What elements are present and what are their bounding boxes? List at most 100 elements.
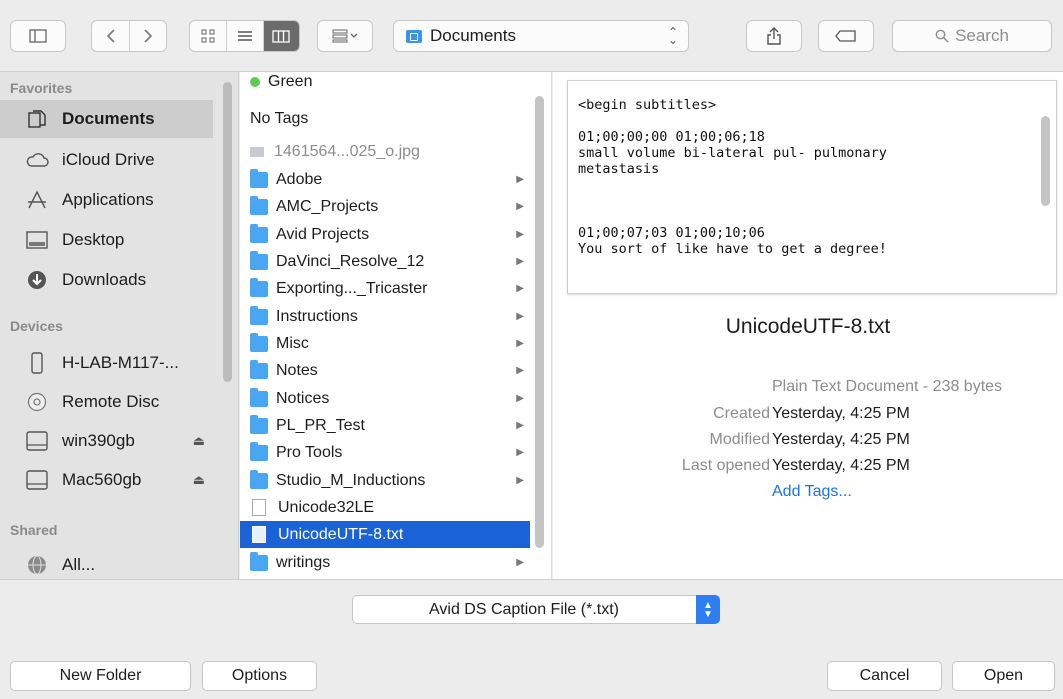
sidebar-item-h-lab[interactable]: H-LAB-M117-... [0, 344, 213, 382]
sidebar-item-label: Downloads [62, 270, 147, 289]
search-field[interactable]: Search [892, 20, 1052, 52]
column-scrollbar[interactable] [535, 96, 544, 548]
list-item[interactable]: Avid Projects ▶ [240, 221, 530, 248]
chevron-left-icon [106, 29, 115, 43]
file-name: UnicodeUTF-8.txt [278, 525, 404, 543]
sidebar-item-all-shared[interactable]: All... [0, 546, 213, 579]
view-mode-segment [189, 20, 300, 52]
folder-icon [406, 29, 422, 43]
sidebar-item-label: iCloud Drive [62, 150, 155, 169]
no-tags-row[interactable]: No Tags [240, 105, 530, 132]
folder-icon [250, 469, 268, 489]
file-format-select[interactable]: Avid DS Caption File (*.txt) ▲ ▼ [352, 595, 720, 624]
preview-scrollbar[interactable] [1041, 116, 1050, 206]
list-view-button[interactable] [226, 21, 262, 51]
sidebar-item-downloads[interactable]: Downloads [0, 261, 213, 299]
applications-icon [24, 189, 50, 211]
list-item[interactable]: writings ▶ [240, 549, 530, 576]
group-by-button[interactable] [317, 20, 373, 52]
list-item-selected[interactable]: UnicodeUTF-8.txt [240, 521, 530, 548]
file-name: Avid Projects [276, 225, 370, 243]
location-popup[interactable]: Documents ⌃ ⌄ [393, 20, 689, 52]
list-item[interactable]: Exporting..._Tricaster ▶ [240, 275, 530, 302]
column-view-button[interactable] [262, 21, 299, 51]
disclosure-arrow-icon: ▶ [516, 338, 524, 349]
sidebar-item-win390gb[interactable]: win390gb ⏏ [0, 422, 213, 460]
add-tags-link[interactable]: Add Tags... [772, 483, 852, 501]
file-name: 1461564...025_o.jpg [274, 142, 420, 160]
disclosure-arrow-icon: ▶ [516, 557, 524, 568]
sidebar: Favorites Documents iCloud Drive Applica… [0, 72, 239, 579]
sidebar-item-mac560gb[interactable]: Mac560gb ⏏ [0, 461, 213, 499]
download-icon [24, 269, 50, 291]
grid-icon [201, 29, 215, 43]
list-item[interactable]: Instructions ▶ [240, 303, 530, 330]
folder-icon [250, 250, 268, 270]
cancel-button[interactable]: Cancel [827, 661, 942, 691]
disclosure-arrow-icon: ▶ [516, 174, 524, 185]
file-name: AMC_Projects [276, 197, 379, 215]
sidebar-item-label: Desktop [62, 230, 125, 249]
sidebar-item-applications[interactable]: Applications [0, 181, 213, 219]
last-opened-value: Yesterday, 4:25 PM [772, 457, 910, 474]
sidebar-item-remote-disc[interactable]: Remote Disc [0, 383, 213, 421]
disclosure-arrow-icon: ▶ [516, 256, 524, 267]
share-button[interactable] [746, 20, 802, 52]
list-item[interactable]: Unicode32LE [240, 494, 530, 521]
share-icon [767, 27, 781, 45]
file-name: PL_PR_Test [276, 416, 365, 434]
icon-view-button[interactable] [190, 21, 226, 51]
sidebar-item-label: All... [62, 555, 96, 574]
computer-icon [24, 352, 50, 374]
back-button[interactable] [92, 21, 129, 51]
list-item[interactable]: AMC_Projects ▶ [240, 193, 530, 220]
disclosure-arrow-icon: ▶ [516, 283, 524, 294]
disclosure-arrow-icon: ▶ [516, 229, 524, 240]
disclosure-arrow-icon: ▶ [516, 393, 524, 404]
drive-icon [24, 469, 50, 491]
sidebar-item-label: win390gb [62, 431, 135, 450]
file-name: writings [276, 553, 331, 571]
list-item[interactable]: DaVinci_Resolve_12 ▶ [240, 248, 530, 275]
modified-label: Modified [709, 431, 770, 448]
file-name: Notices [276, 389, 330, 407]
options-button[interactable]: Options [202, 661, 317, 691]
eject-icon[interactable]: ⏏ [193, 433, 205, 449]
sidebar-scrollbar[interactable] [223, 82, 232, 382]
sidebar-item-desktop[interactable]: Desktop [0, 221, 213, 259]
folder-icon [250, 551, 268, 571]
devices-header: Devices [10, 318, 63, 334]
open-button[interactable]: Open [952, 661, 1055, 691]
text-preview: <begin subtitles> 01;00;00;00 01;00;06;1… [567, 80, 1057, 294]
sidebar-toggle-button[interactable] [10, 20, 66, 52]
sidebar-item-label: H-LAB-M117-... [62, 353, 179, 372]
columns-icon [272, 29, 290, 43]
folder-icon [250, 387, 268, 407]
sidebar-item-documents[interactable]: Documents [0, 100, 213, 138]
eject-icon[interactable]: ⏏ [193, 472, 205, 488]
sidebar-item-icloud-drive[interactable]: iCloud Drive [0, 141, 213, 179]
tag-icon [835, 30, 856, 42]
file-format-label: Avid DS Caption File (*.txt) [429, 600, 619, 618]
list-item[interactable]: Pro Tools ▶ [240, 439, 530, 466]
file-kind: Plain Text Document - 238 bytes [772, 378, 1003, 395]
favorites-header: Favorites [10, 80, 73, 96]
disclosure-arrow-icon: ▶ [516, 365, 524, 376]
list-item[interactable]: Misc ▶ [240, 330, 530, 357]
tags-button[interactable] [818, 20, 874, 52]
new-folder-button[interactable]: New Folder [10, 661, 191, 691]
list-item[interactable]: Studio_M_Inductions ▶ [240, 467, 530, 494]
sidebar-item-label: Applications [62, 190, 154, 209]
disclosure-arrow-icon: ▶ [516, 475, 524, 486]
list-item[interactable]: PL_PR_Test ▶ [240, 412, 530, 439]
file-column: Green No Tags 1461564...025_o.jpg Adobe … [240, 72, 552, 579]
tag-green[interactable]: Green [240, 72, 530, 95]
list-item[interactable]: Notes ▶ [240, 357, 530, 384]
forward-button[interactable] [129, 21, 166, 51]
list-item[interactable]: 1461564...025_o.jpg [240, 138, 530, 165]
sidebar-item-label: Remote Disc [62, 392, 160, 411]
list-item[interactable]: Notices ▶ [240, 385, 530, 412]
list-item[interactable]: Adobe ▶ [240, 166, 530, 193]
file-name: DaVinci_Resolve_12 [276, 252, 425, 270]
search-placeholder: Search [955, 26, 1009, 45]
